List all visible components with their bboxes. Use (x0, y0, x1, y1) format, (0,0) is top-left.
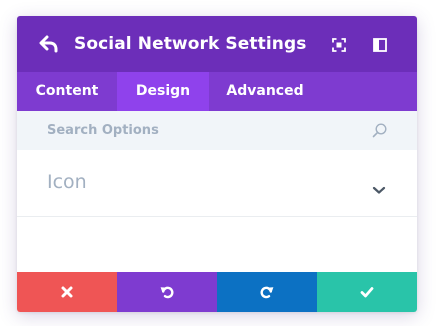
undo-button[interactable] (117, 272, 217, 312)
save-button[interactable] (317, 272, 417, 312)
expand-icon[interactable] (332, 37, 346, 52)
tab-content[interactable]: Content (17, 72, 117, 111)
checkmark-icon (360, 287, 374, 298)
tab-design[interactable]: Design (117, 72, 209, 111)
search-bar (17, 111, 417, 150)
close-icon (61, 286, 73, 298)
tab-advanced[interactable]: Advanced (209, 72, 321, 111)
sidebar-toggle-icon[interactable] (373, 37, 387, 52)
redo-button[interactable] (217, 272, 317, 312)
modal-header: Social Network Settings (17, 16, 417, 72)
toggle-icon-section[interactable]: Icon (17, 150, 417, 217)
tab-bar: Content Design Advanced (17, 72, 417, 111)
modal-title: Social Network Settings (74, 34, 307, 54)
search-icon (372, 123, 387, 138)
undo-icon (160, 286, 174, 299)
redo-icon (260, 286, 274, 299)
toggle-title: Icon (47, 171, 87, 193)
chevron-down-icon[interactable] (372, 180, 386, 194)
search-input[interactable] (37, 111, 357, 150)
modal-footer (17, 272, 417, 312)
back-arrow-icon[interactable] (39, 35, 59, 53)
settings-modal: Social Network Settings Content Design A… (17, 16, 417, 312)
discard-button[interactable] (17, 272, 117, 312)
